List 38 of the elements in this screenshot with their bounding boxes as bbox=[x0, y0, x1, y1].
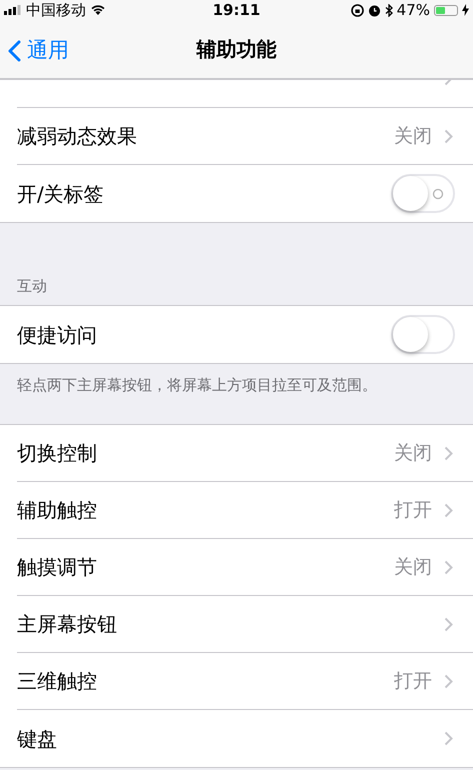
chevron-icon bbox=[444, 502, 453, 518]
setting-value: 打开 bbox=[394, 668, 432, 694]
settings-row[interactable]: 辅助触控 打开 bbox=[17, 482, 473, 539]
bluetooth-icon bbox=[384, 4, 393, 16]
toggle-switch[interactable] bbox=[391, 315, 455, 354]
wifi-icon bbox=[90, 4, 106, 16]
chevron-icon bbox=[444, 616, 453, 632]
chevron-icon bbox=[444, 674, 453, 688]
chevron-icon bbox=[444, 128, 453, 144]
signal-icon bbox=[4, 5, 22, 15]
setting-value: 关闭 bbox=[394, 124, 432, 149]
toggle-switch[interactable] bbox=[391, 174, 455, 213]
back-button[interactable]: 通用 bbox=[8, 35, 69, 66]
clock-time: 19:11 bbox=[212, 0, 260, 21]
setting-value: 打开 bbox=[394, 498, 432, 523]
section-header: 互动 bbox=[17, 276, 47, 296]
charging-bolt-icon bbox=[462, 4, 469, 16]
carrier-name: 中国移动 bbox=[26, 0, 86, 21]
alarm-icon bbox=[368, 4, 381, 16]
chevron-icon bbox=[444, 446, 453, 460]
settings-row[interactable]: 触摸调节 关闭 bbox=[17, 539, 473, 596]
rotation-lock-icon bbox=[350, 4, 364, 16]
battery-icon bbox=[434, 4, 458, 16]
setting-label: 开/关标签 bbox=[17, 180, 105, 208]
settings-row[interactable]: 三维触控 打开 bbox=[17, 653, 473, 710]
setting-value: 关闭 bbox=[394, 554, 432, 580]
setting-value: 关闭 bbox=[394, 440, 432, 466]
setting-label: 便捷访问 bbox=[17, 322, 98, 348]
battery-percent: 47% bbox=[396, 0, 430, 21]
section-footer: 轻点两下主屏幕按钮，将屏幕上方项目拉至可及范围。 bbox=[0, 364, 473, 402]
settings-row[interactable]: 键盘 bbox=[17, 710, 473, 767]
chevron-icon bbox=[444, 731, 453, 746]
screen-title: 辅助功能 bbox=[196, 36, 276, 63]
chevron-icon bbox=[444, 560, 453, 574]
settings-row[interactable]: 切换控制 关闭 bbox=[17, 425, 473, 482]
back-chevron-icon[interactable] bbox=[8, 40, 21, 62]
settings-row[interactable]: 减弱动态效果 关闭 bbox=[17, 108, 473, 165]
settings-row[interactable]: 主屏幕按钮 bbox=[17, 596, 473, 653]
